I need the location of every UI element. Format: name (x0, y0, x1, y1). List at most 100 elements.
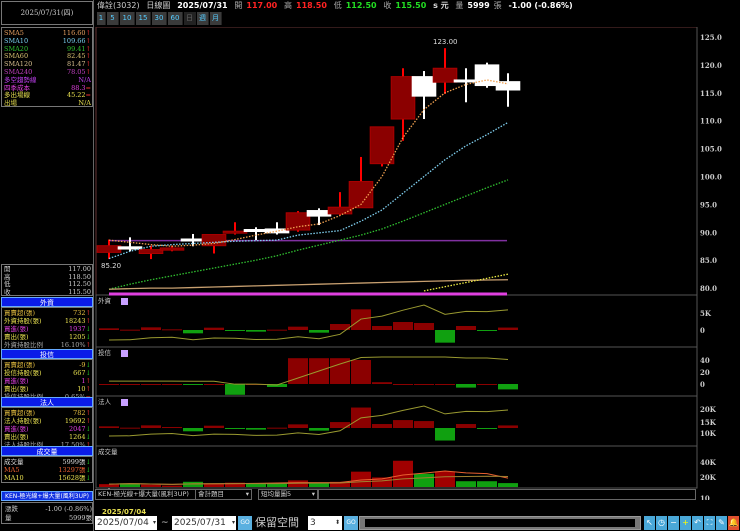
trend-arrow-icon: ↑ (85, 52, 91, 61)
horizontal-scrollbar[interactable] (359, 516, 641, 530)
high-value: 118.50 (296, 1, 327, 10)
period-button-4[interactable]: 30 (152, 12, 167, 25)
price-tick-label: 80.0 (700, 284, 717, 293)
panel-frame (95, 27, 698, 296)
inst-bar (141, 425, 161, 428)
ma-value: 81.47 (66, 60, 86, 69)
stat-label: MA10 (4, 474, 24, 482)
unit-label: s 元 (433, 1, 449, 10)
panel-tick-label: 5K (700, 309, 712, 318)
trend-arrow-icon: ↑ (85, 68, 91, 76)
stat-value: 1937 (69, 325, 86, 333)
ohlc-row: 收 115.50 (4, 288, 93, 297)
zoom-in-icon[interactable]: + (680, 516, 691, 530)
info-sidebar: 2025/07/31(四) SMA5 116.60↑ SMA10 109.66↑ SMA… (0, 0, 94, 531)
cursor-date: 2025/07/04 (102, 508, 147, 516)
high-label: 高 (284, 1, 293, 10)
period-button-3[interactable]: 15 (136, 12, 151, 25)
trust-bar (414, 384, 434, 385)
candle-body (243, 229, 269, 233)
price-tick-label: 105.0 (700, 145, 722, 154)
ma-value: 99.41 (66, 44, 86, 53)
period-button-1[interactable]: 5 (107, 12, 119, 25)
start-date-input[interactable]: 2025/07/04 ▾ (95, 516, 157, 530)
period-button-6[interactable]: 日 (184, 12, 196, 25)
reserve-go-button[interactable]: GO (344, 516, 358, 530)
inst-bar (246, 428, 266, 430)
price-tick-label: 100.0 (700, 173, 722, 182)
panel-menu-icon[interactable] (121, 298, 128, 305)
inst-bar (288, 424, 308, 428)
reserve-space-stepper[interactable]: 3 ⬍ (308, 516, 342, 530)
chart-area[interactable]: 80.0 85.0 90.0 95.0 100.0 105.0 110.0 115.0 120.… (95, 27, 740, 500)
ma-value: 116.60 (62, 29, 86, 37)
dropdown-arrow-icon: ▾ (245, 490, 249, 498)
ohlc-label: 收 (4, 287, 11, 296)
panel-title-inst: 法人 (98, 397, 112, 406)
panel-menu-icon[interactable] (121, 350, 128, 357)
price-tick-label: 115.0 (700, 89, 722, 98)
period-button-7[interactable]: 週 (197, 12, 209, 25)
period-label: 日線圖 (146, 1, 171, 10)
panel-tick-label: 10 (700, 494, 710, 500)
stock-name: 偉詮(3032) (97, 1, 140, 10)
ohlc-box: 開 117.00 高 118.50 低 112.50 收 115.50 (1, 264, 93, 296)
ma-label: SMA5 (4, 29, 24, 37)
foreign-bar (246, 330, 266, 332)
stat-value: 15628張 (58, 474, 86, 482)
change-value: -1.00 (-0.86%) (508, 1, 573, 10)
trend-arrow-icon: ↓ (85, 433, 91, 441)
section-volume: 成交量 5999張↓ MA5 13297張↓ MA10 15628張↓ (1, 456, 93, 483)
panel-title-foreign: 外資 (98, 296, 112, 305)
low-label: 低 (333, 1, 342, 10)
foreign-bar (498, 327, 518, 330)
foreign-bar (99, 328, 119, 330)
quote-header: 偉詮(3032) 日線圖 2025/07/31 開 117.00 高 118.50 … (97, 0, 577, 12)
end-date-input[interactable]: 2025/07/31 ▾ (172, 516, 236, 530)
inst-bar (183, 428, 203, 432)
stat-value: 18243 (64, 317, 86, 325)
clock-icon[interactable]: ◷ (656, 516, 667, 530)
change-value: -1.00 (-0.86%) (45, 505, 92, 513)
period-button-2[interactable]: 10 (120, 12, 135, 25)
section-volume-title: 成交量 (1, 446, 93, 456)
undo-icon[interactable]: ↶ (692, 516, 703, 530)
stat-label: 買進(張) (4, 377, 29, 385)
foreign-bar (141, 327, 161, 330)
select-volume-ma[interactable]: 短均量圖5 ▾ (258, 489, 318, 500)
date-go-button[interactable]: GO (238, 516, 252, 530)
panel-frame (95, 346, 698, 397)
selected-date: 2025/07/31(四) (1, 1, 93, 25)
open-value: 117.00 (246, 1, 278, 10)
stat-label: 外資持股(張) (4, 317, 42, 325)
inst-bar (267, 427, 287, 429)
fit-screen-icon[interactable]: ⛶ (704, 516, 715, 530)
bell-icon[interactable]: 🔔 (728, 516, 739, 530)
reserve-space-label: 保留空間 (255, 516, 299, 529)
end-date-value: 2025/07/31 (174, 518, 226, 528)
period-button-8[interactable]: 月 (210, 12, 222, 25)
open-label: 開 (234, 1, 243, 10)
date-range-tilde: ~ (161, 518, 169, 528)
ma-value-wrap: N/A (78, 99, 91, 108)
select-volume-ma-value: 短均量圖5 (261, 490, 292, 498)
zoom-out-icon[interactable]: − (668, 516, 679, 530)
candle-body (411, 76, 437, 97)
trend-arrow-icon: ↓ (85, 325, 91, 333)
stat-value-wrap: 15628張↓ (58, 474, 91, 483)
trend-arrow-icon: = (85, 91, 91, 100)
price-tick-label: 110.0 (700, 117, 722, 126)
stat-label: 外資持股比例 (4, 341, 43, 349)
inst-bar (393, 420, 413, 428)
candle-body (180, 238, 206, 242)
select-accounting[interactable]: 會計題目 ▾ (195, 489, 252, 500)
period-button-0[interactable]: 1 (97, 12, 106, 25)
price-annotation: 123.00 (433, 38, 458, 46)
trend-arrow-icon: ↓ (85, 458, 91, 466)
pen-icon[interactable]: ✎ (716, 516, 727, 530)
candle-body (453, 79, 479, 83)
panel-menu-icon[interactable] (121, 399, 128, 406)
stat-value: 1264 (69, 433, 86, 441)
period-button-5[interactable]: 60 (168, 12, 183, 25)
cursor-arrow-icon[interactable]: ↖ (644, 516, 655, 530)
